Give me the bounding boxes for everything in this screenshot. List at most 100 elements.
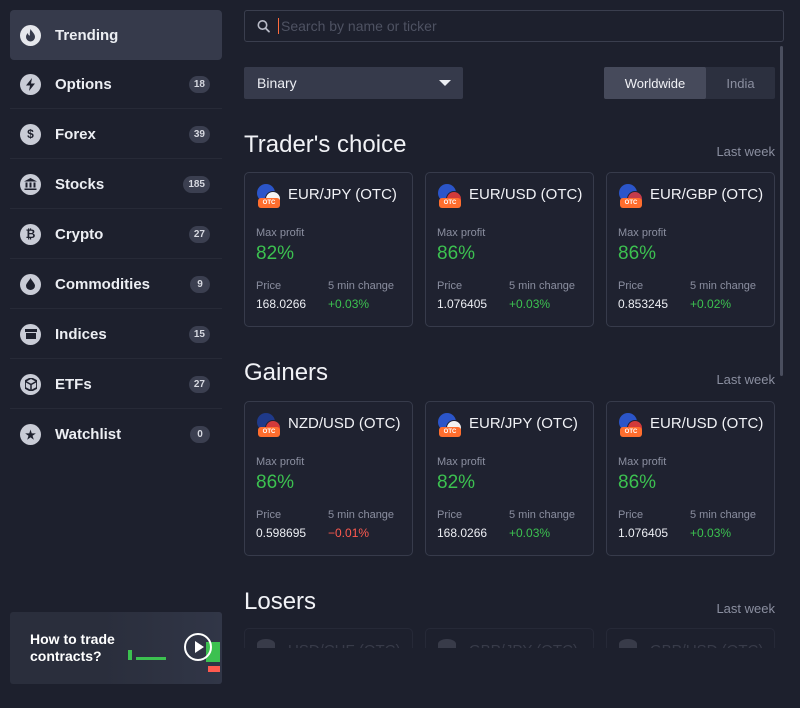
asset-name: EUR/JPY (OTC) (288, 186, 397, 203)
sidebar-item-watchlist[interactable]: ★ Watchlist 0 (10, 410, 222, 459)
max-profit-value: 86% (618, 472, 657, 493)
sidebar-item-label: Stocks (55, 175, 105, 193)
last-week-link[interactable]: Last week (716, 372, 775, 387)
option-type-select[interactable]: Binary (244, 67, 463, 99)
eur-usd-flag-icon: OTC (619, 413, 645, 439)
change-value: +0.02% (690, 297, 732, 311)
region-toggle: Worldwide India (604, 67, 775, 99)
scrollbar[interactable] (780, 46, 783, 376)
sidebar-item-label: Options (55, 75, 112, 93)
sidebar-item-label: Indices (55, 325, 107, 343)
asset-name: EUR/USD (OTC) (650, 415, 764, 432)
max-profit-label: Max profit (437, 456, 486, 468)
price-value: 0.598695 (256, 526, 307, 540)
price-label: Price (437, 509, 463, 521)
sidebar-item-commodities[interactable]: Commodities 9 (10, 260, 222, 309)
sidebar-item-forex[interactable]: $ Forex 39 (10, 110, 222, 159)
sidebar-item-trending[interactable]: Trending (10, 10, 222, 60)
price-label: Price (256, 509, 282, 521)
change-label: 5 min change (328, 509, 395, 521)
sidebar-item-label: ETFs (55, 375, 92, 393)
drop-icon (20, 273, 41, 295)
change-label: 5 min change (328, 280, 395, 292)
change-label: 5 min change (690, 509, 757, 521)
sidebar-item-label: Trending (55, 26, 119, 44)
losers-cards: USD/CHF (OTC) GBP/JPY (OTC) GBP/USD (OTC… (244, 628, 775, 659)
sidebar-item-indices[interactable]: Indices 15 (10, 310, 222, 359)
sidebar-item-options[interactable]: Options 18 (10, 60, 222, 109)
price-label: Price (618, 280, 644, 292)
candle-icon (208, 666, 220, 672)
max-profit-value: 86% (618, 243, 657, 264)
search-icon (256, 18, 272, 34)
max-profit-label: Max profit (618, 227, 667, 239)
tutorial-video-card[interactable]: How to trade contracts? (10, 612, 222, 684)
asset-card[interactable]: OTC EUR/GBP (OTC) Max profit 86% Price 5… (606, 172, 775, 327)
eur-jpy-flag-icon: OTC (438, 413, 464, 439)
eur-usd-flag-icon: OTC (438, 184, 464, 210)
select-value: Binary (257, 75, 297, 91)
asset-card[interactable]: USD/CHF (OTC) (244, 628, 413, 659)
sidebar-item-label: Crypto (55, 225, 104, 243)
count-badge: 185 (183, 175, 210, 193)
box-icon (20, 323, 41, 345)
count-badge: 27 (188, 375, 210, 393)
change-value: +0.03% (328, 297, 370, 311)
asset-card[interactable]: GBP/JPY (OTC) (425, 628, 594, 659)
eur-jpy-flag-icon: OTC (257, 184, 283, 210)
max-profit-value: 82% (437, 472, 476, 493)
eur-gbp-flag-icon: OTC (619, 184, 645, 210)
star-icon: ★ (20, 424, 41, 445)
section-title: Losers (244, 588, 317, 615)
flame-icon (20, 24, 41, 46)
max-profit-label: Max profit (618, 456, 667, 468)
asset-card[interactable]: GBP/USD (OTC) (606, 628, 775, 659)
count-badge: 18 (188, 75, 210, 93)
max-profit-value: 86% (256, 472, 295, 493)
max-profit-value: 86% (437, 243, 476, 264)
asset-name: EUR/GBP (OTC) (650, 186, 764, 203)
bank-icon (20, 173, 41, 195)
price-value: 1.076405 (437, 297, 488, 311)
price-label: Price (437, 280, 463, 292)
region-worldwide[interactable]: Worldwide (604, 67, 706, 99)
cube-icon (20, 373, 41, 395)
asset-card[interactable]: OTC NZD/USD (OTC) Max profit 86% Price 5… (244, 401, 413, 556)
sidebar-item-stocks[interactable]: Stocks 185 (10, 160, 222, 209)
price-label: Price (256, 280, 282, 292)
nzd-usd-flag-icon: OTC (257, 413, 283, 439)
sidebar-item-etfs[interactable]: ETFs 27 (10, 360, 222, 409)
region-india[interactable]: India (706, 67, 775, 99)
asset-card[interactable]: OTC EUR/USD (OTC) Max profit 86% Price 5… (606, 401, 775, 556)
sidebar-item-label: Commodities (55, 275, 151, 293)
play-icon[interactable] (184, 633, 212, 661)
sidebar-item-crypto[interactable]: ₿ Crypto 27 (10, 210, 222, 259)
search-bar (244, 10, 784, 42)
asset-card[interactable]: OTC EUR/JPY (OTC) Max profit 82% Price 5… (425, 401, 594, 556)
count-badge: 39 (188, 125, 210, 143)
price-value: 168.0266 (256, 297, 307, 311)
change-label: 5 min change (509, 509, 576, 521)
max-profit-label: Max profit (437, 227, 486, 239)
count-badge: 15 (188, 325, 210, 343)
change-value: +0.03% (690, 526, 732, 540)
lightning-icon (20, 73, 41, 95)
last-week-link[interactable]: Last week (716, 601, 775, 616)
sidebar-item-label: Watchlist (55, 426, 122, 443)
section-title: Gainers (244, 359, 329, 386)
price-label: Price (618, 509, 644, 521)
change-value: +0.03% (509, 526, 551, 540)
change-label: 5 min change (690, 280, 757, 292)
candle-icon (136, 657, 166, 660)
asset-card[interactable]: OTC EUR/JPY (OTC) Max profit 82% Price 5… (244, 172, 413, 327)
chevron-down-icon (439, 80, 451, 86)
price-value: 168.0266 (437, 526, 488, 540)
asset-name: NZD/USD (OTC) (288, 415, 401, 432)
search-input[interactable] (278, 18, 758, 34)
count-badge: 9 (190, 275, 210, 293)
bottom-fade (232, 648, 800, 708)
price-value: 1.076405 (618, 526, 669, 540)
asset-card[interactable]: OTC EUR/USD (OTC) Max profit 86% Price 5… (425, 172, 594, 327)
last-week-link[interactable]: Last week (716, 144, 775, 159)
count-badge: 27 (188, 225, 210, 243)
